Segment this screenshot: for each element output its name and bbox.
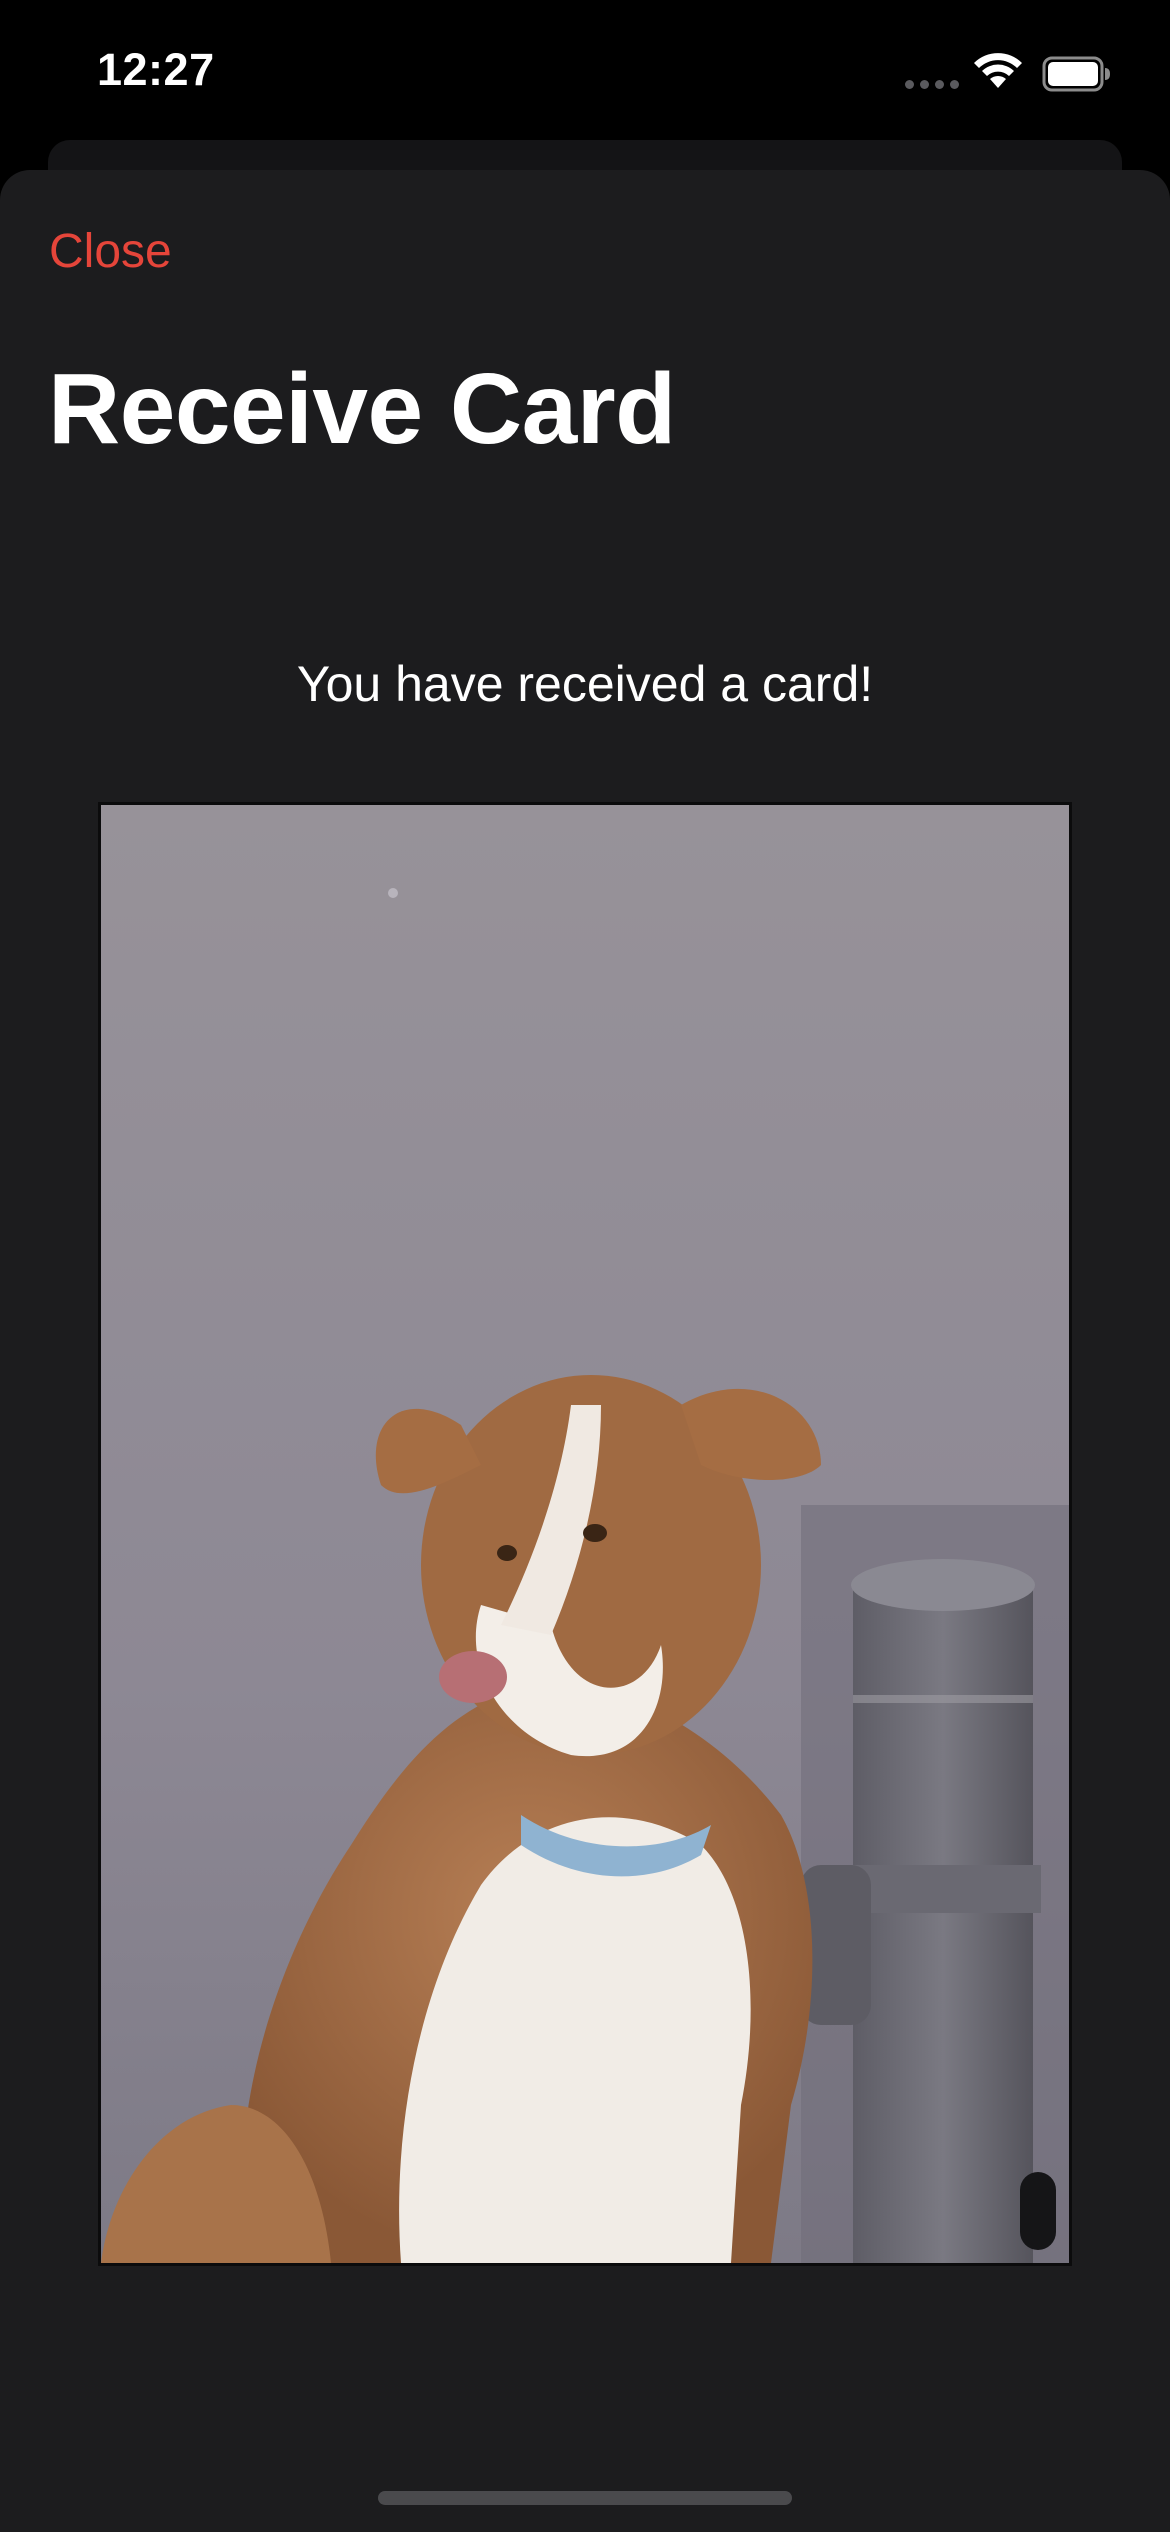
status-bar: 12:27 (0, 0, 1170, 150)
status-time: 12:27 (97, 44, 215, 95)
battery-full-icon (1042, 56, 1110, 92)
dog-photo (101, 805, 1069, 2263)
close-button[interactable]: Close (49, 224, 172, 279)
card-image (98, 802, 1072, 2266)
received-message: You have received a card! (296, 656, 874, 712)
page-title: Receive Card (48, 353, 676, 465)
cellular-signal-icon (905, 80, 959, 89)
home-indicator[interactable] (378, 2491, 792, 2505)
scroll-indicator[interactable] (1020, 2172, 1056, 2250)
wifi-icon (974, 53, 1022, 88)
